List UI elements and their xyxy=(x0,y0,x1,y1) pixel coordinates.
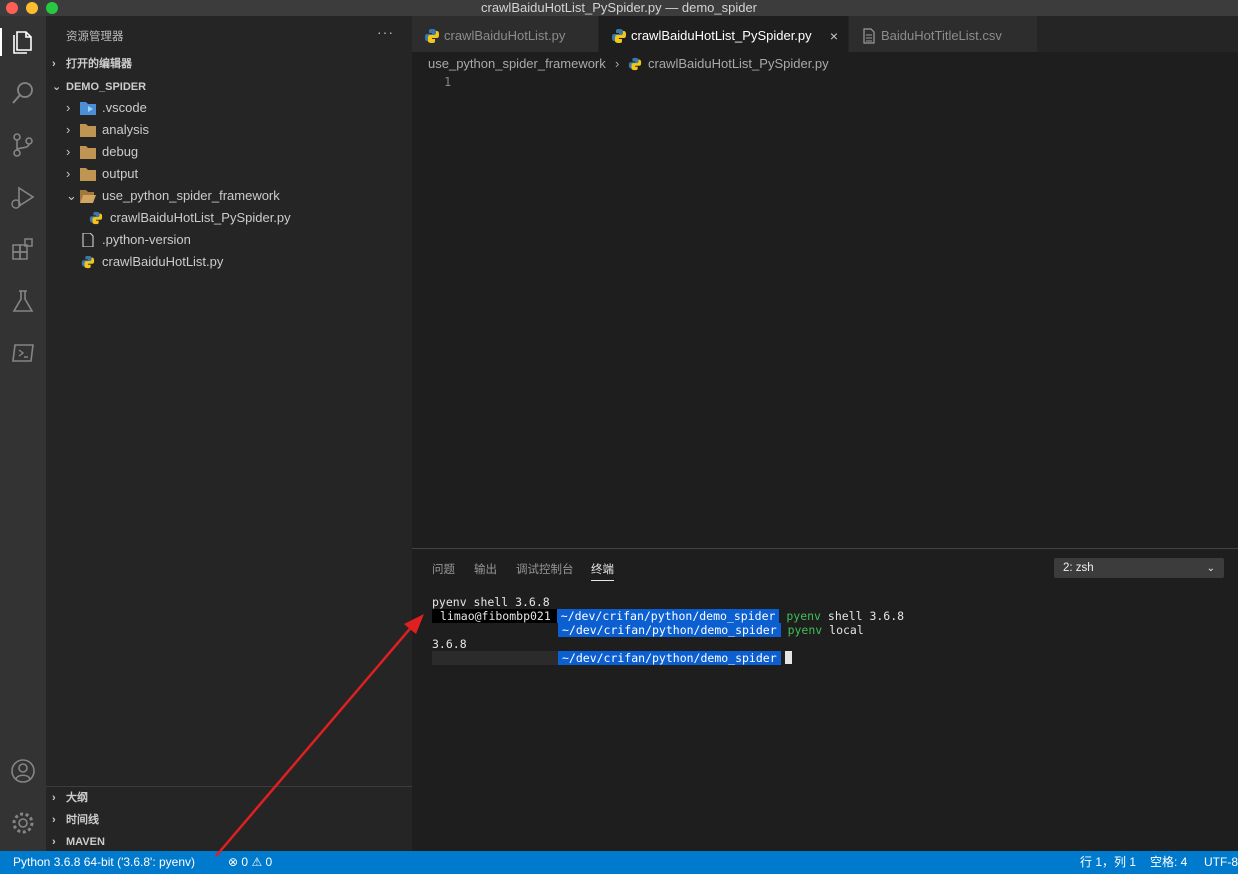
warning-icon: ⚠ xyxy=(251,855,263,869)
tab-baidu-hot-title-list-csv[interactable]: BaiduHotTitleList.csv xyxy=(849,16,1037,52)
breadcrumb-separator: › xyxy=(615,56,620,71)
tab-terminal[interactable]: 终端 xyxy=(591,561,614,581)
more-actions-icon[interactable]: ··· xyxy=(377,24,394,40)
extensions-icon[interactable] xyxy=(8,234,38,264)
tab-crawl-pyspider[interactable]: crawlBaiduHotList_PySpider.py × xyxy=(599,16,848,52)
tree-item-vscode[interactable]: › .vscode xyxy=(46,97,412,119)
status-bar: Python 3.6.8 64-bit ('3.6.8': pyenv) ⊗ 0… xyxy=(0,851,1238,874)
tree-item-python-version[interactable]: .python-version xyxy=(46,229,412,251)
breadcrumb-file[interactable]: crawlBaiduHotList_PySpider.py xyxy=(648,52,829,76)
search-icon[interactable] xyxy=(8,78,38,108)
chevron-right-icon: › xyxy=(52,814,56,826)
terminal-line: 3.6.8 xyxy=(432,637,467,651)
cursor-position-status[interactable]: 行 1，列 1 xyxy=(1080,851,1136,873)
chevron-down-icon: ⌄ xyxy=(1206,563,1215,574)
open-editors-section[interactable]: › 打开的编辑器 xyxy=(46,53,412,75)
chevron-right-icon: › xyxy=(52,792,56,804)
explorer-title: 资源管理器 xyxy=(66,31,124,43)
encoding-status[interactable]: UTF-8 xyxy=(1204,851,1238,873)
window-title: crawlBaiduHotList_PySpider.py — demo_spi… xyxy=(480,0,758,15)
prompt-user: limao@fibombp021 xyxy=(432,609,557,623)
testing-icon[interactable] xyxy=(8,286,38,316)
prompt-path: ~/dev/crifan/python/demo_spider xyxy=(556,609,780,623)
indentation-status[interactable]: 空格: 4 xyxy=(1150,851,1187,873)
maven-section[interactable]: › MAVEN xyxy=(46,831,412,853)
title-bar: crawlBaiduHotList_PySpider.py — demo_spi… xyxy=(0,0,1238,16)
tab-debug-console[interactable]: 调试控制台 xyxy=(516,561,574,581)
outline-section[interactable]: › 大纲 xyxy=(46,787,412,809)
chevron-right-icon: › xyxy=(66,122,71,137)
settings-gear-icon[interactable] xyxy=(8,808,38,838)
line-number: 1 xyxy=(444,75,452,89)
chevron-right-icon: › xyxy=(66,166,71,181)
python-file-icon xyxy=(81,255,95,269)
python-file-icon xyxy=(612,29,626,43)
python-interpreter-status[interactable]: Python 3.6.8 64-bit ('3.6.8': pyenv) xyxy=(13,851,195,873)
activity-bar xyxy=(0,16,46,851)
chevron-right-icon: › xyxy=(52,58,56,70)
error-icon: ⊗ xyxy=(228,855,239,869)
project-section[interactable]: ⌄ DEMO_SPIDER xyxy=(46,76,412,98)
chevron-right-icon: › xyxy=(66,100,71,115)
python-file-icon xyxy=(89,211,103,225)
folder-icon xyxy=(80,124,96,137)
python-file-icon xyxy=(425,29,439,43)
explorer-icon[interactable] xyxy=(8,26,38,56)
prompt-path: ~/dev/crifan/python/demo_spider xyxy=(558,623,781,637)
prompt-user-masked xyxy=(432,651,558,665)
terminal-line: ~/dev/crifan/python/demo_spider xyxy=(432,651,792,665)
folder-icon xyxy=(80,146,96,159)
tab-crawl-baidu-hot-list[interactable]: crawlBaiduHotList.py xyxy=(412,16,598,52)
accounts-icon[interactable] xyxy=(8,756,38,786)
tab-output[interactable]: 输出 xyxy=(474,561,497,581)
prompt-path: ~/dev/crifan/python/demo_spider xyxy=(558,651,781,665)
close-tab-icon[interactable]: × xyxy=(830,16,838,56)
tab-problems[interactable]: 问题 xyxy=(432,561,455,581)
terminal-cursor xyxy=(784,651,792,664)
problems-status[interactable]: ⊗ 0 ⚠ 0 xyxy=(228,851,272,873)
tree-item-analysis[interactable]: › analysis xyxy=(46,119,412,141)
tree-item-crawl-pyspider[interactable]: crawlBaiduHotList_PySpider.py xyxy=(46,207,412,229)
active-indicator xyxy=(0,28,2,56)
tree-item-output[interactable]: › output xyxy=(46,163,412,185)
chevron-down-icon: ⌄ xyxy=(66,188,77,203)
folder-open-icon xyxy=(80,190,96,203)
chevron-down-icon: ⌄ xyxy=(52,81,62,93)
explorer-sidebar: 资源管理器 ··· › 打开的编辑器 ⌄ DEMO_SPIDER › .vsco… xyxy=(46,16,412,851)
csv-file-icon xyxy=(863,28,875,44)
tree-item-crawl-baidu-hot-list[interactable]: crawlBaiduHotList.py xyxy=(46,251,412,273)
bottom-panel: 问题 输出 调试控制台 终端 2: zsh ⌄ pyenv shell 3.6.… xyxy=(412,548,1238,851)
tree-item-use-python-spider-framework[interactable]: ⌄ use_python_spider_framework xyxy=(46,185,412,207)
terminal-line: pyenv shell 3.6.8 xyxy=(432,595,550,609)
terminal-line: limao@fibombp021 ~/dev/crifan/python/demo… xyxy=(432,609,904,623)
editor-tabs: crawlBaiduHotList.py crawlBaiduHotList_P… xyxy=(412,16,1238,52)
chevron-right-icon: › xyxy=(52,836,56,848)
source-control-icon[interactable] xyxy=(8,130,38,160)
tree-item-debug[interactable]: › debug xyxy=(46,141,412,163)
bottom-sections: › 大纲 › 时间线 › MAVEN xyxy=(46,786,412,848)
vscode-folder-icon xyxy=(80,102,96,115)
timeline-section[interactable]: › 时间线 xyxy=(46,809,412,831)
folder-icon xyxy=(80,168,96,181)
terminal-line: ~/dev/crifan/python/demo_spider pyenv lo… xyxy=(432,623,864,637)
python-file-icon xyxy=(628,57,642,71)
breadcrumb-folder[interactable]: use_python_spider_framework xyxy=(428,52,606,76)
terminal-select[interactable]: 2: zsh ⌄ xyxy=(1054,558,1224,578)
remote-terminal-icon[interactable] xyxy=(8,338,38,368)
file-icon xyxy=(82,233,94,247)
breadcrumb: use_python_spider_framework › crawlBaidu… xyxy=(412,52,1238,76)
run-debug-icon[interactable] xyxy=(8,182,38,212)
chevron-right-icon: › xyxy=(66,144,71,159)
